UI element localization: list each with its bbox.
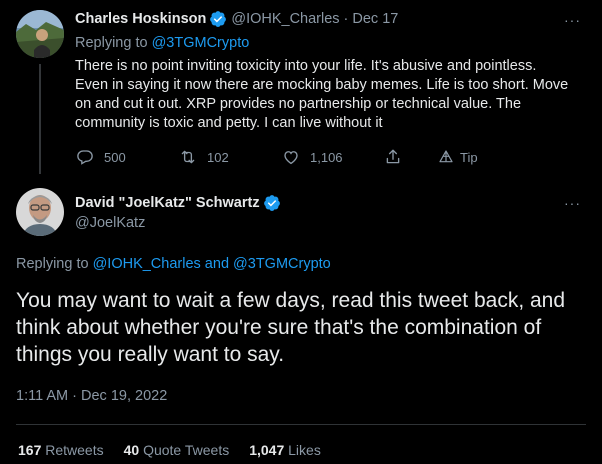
mention-link[interactable]: @3TGMCrypto — [233, 256, 331, 272]
like-button[interactable]: 1,106 — [282, 147, 384, 167]
replying-to-prefix: Replying to — [75, 35, 152, 51]
tip-icon — [439, 150, 453, 163]
verified-badge-icon — [210, 11, 227, 27]
tweet-stats: 167 Retweets 40 Quote Tweets 1,047 Likes — [18, 440, 341, 460]
avatar[interactable] — [16, 10, 64, 58]
quotes-label: Quote Tweets — [139, 442, 230, 458]
speech-bubble-icon — [77, 150, 93, 165]
retweets-stat[interactable]: 167 Retweets — [18, 440, 104, 460]
retweets-count: 167 — [18, 442, 42, 458]
retweet-count: 102 — [207, 149, 229, 165]
likes-stat[interactable]: 1,047 Likes — [249, 440, 321, 460]
retweets-label: Retweets — [41, 442, 104, 458]
author-name[interactable]: Charles Hoskinson — [75, 9, 206, 29]
replying-to-and: and — [200, 256, 234, 272]
tweet-actions: 500 102 1,106 Tip — [76, 147, 478, 167]
likes-count: 1,047 — [249, 442, 285, 458]
replying-to-line: Replying to @IOHK_Charles and @3TGMCrypt… — [16, 254, 331, 274]
likes-label: Likes — [284, 442, 321, 458]
author-handle[interactable]: @JoelKatz — [75, 213, 145, 233]
divider — [16, 424, 586, 425]
thread-connector-line — [39, 64, 41, 174]
parent-tweet[interactable]: Charles Hoskinson @IOHK_Charles · Dec 17… — [0, 0, 602, 180]
tweet-text: There is no point inviting toxicity into… — [75, 58, 569, 131]
share-button[interactable] — [384, 147, 438, 167]
replying-to-prefix: Replying to — [16, 256, 93, 272]
reply-button[interactable]: 500 — [76, 147, 179, 167]
replying-to-line: Replying to @3TGMCrypto — [75, 33, 575, 53]
author-handle[interactable]: @IOHK_Charles — [231, 9, 339, 29]
mention-link[interactable]: @IOHK_Charles — [93, 256, 201, 272]
author-name[interactable]: David "JoelKatz" Schwartz — [75, 193, 260, 213]
mention-link[interactable]: @3TGMCrypto — [152, 35, 250, 51]
parent-tweet-header: Charles Hoskinson @IOHK_Charles · Dec 17 — [75, 9, 575, 29]
share-upload-icon — [386, 149, 400, 164]
like-count: 1,106 — [310, 149, 343, 165]
retweet-arrows-icon — [181, 150, 195, 164]
quotes-count: 40 — [123, 442, 140, 458]
tip-button[interactable]: Tip — [438, 147, 478, 167]
more-options-icon[interactable]: ··· — [564, 13, 581, 27]
tweet-date[interactable]: Dec 17 — [352, 9, 398, 29]
avatar[interactable] — [16, 188, 64, 236]
retweet-button[interactable]: 102 — [179, 147, 282, 167]
main-tweet-header: David "JoelKatz" Schwartz — [75, 193, 285, 213]
separator-dot: · — [343, 11, 349, 27]
tweet-timestamp[interactable]: 1:11 AM · Dec 19, 2022 — [16, 386, 167, 406]
more-options-icon[interactable]: ··· — [564, 196, 581, 210]
reply-count: 500 — [104, 149, 126, 165]
quote-tweets-stat[interactable]: 40 Quote Tweets — [124, 440, 230, 460]
tip-label: Tip — [460, 149, 478, 165]
heart-icon — [284, 151, 298, 165]
verified-badge-icon — [263, 195, 280, 211]
tweet-text: You may want to wait a few days, read th… — [16, 289, 566, 366]
